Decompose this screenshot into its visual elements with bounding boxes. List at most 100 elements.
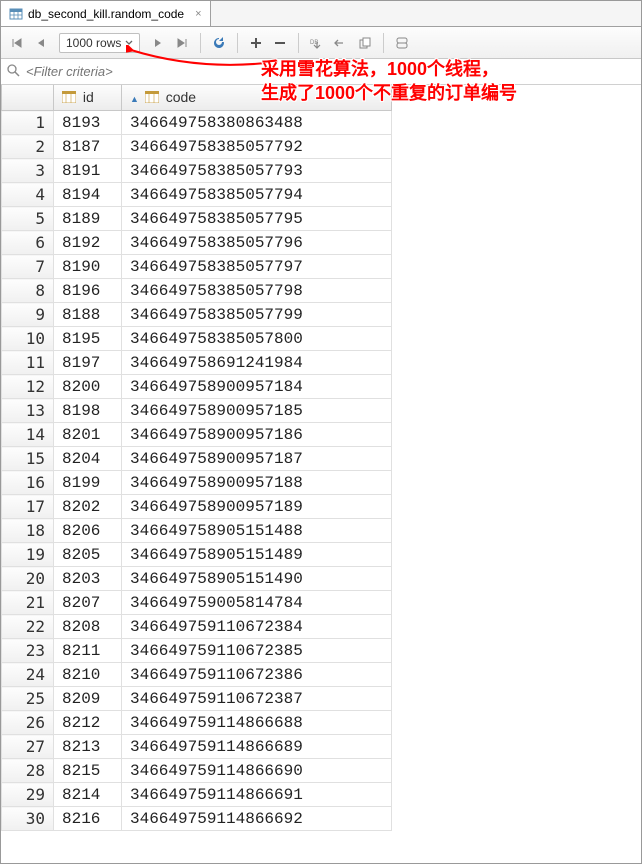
row-number[interactable]: 29	[2, 783, 54, 807]
row-number[interactable]: 13	[2, 399, 54, 423]
code-cell[interactable]: 346649758905151488	[122, 519, 392, 543]
table-row[interactable]: 248210346649759110672386	[2, 663, 392, 687]
code-cell[interactable]: 346649758385057797	[122, 255, 392, 279]
id-cell[interactable]: 8205	[54, 543, 122, 567]
id-cell[interactable]: 8188	[54, 303, 122, 327]
row-number[interactable]: 25	[2, 687, 54, 711]
code-cell[interactable]: 346649758385057800	[122, 327, 392, 351]
id-cell[interactable]: 8207	[54, 591, 122, 615]
code-cell[interactable]: 346649758385057793	[122, 159, 392, 183]
id-column-header[interactable]: id	[54, 85, 122, 111]
code-cell[interactable]: 346649758905151490	[122, 567, 392, 591]
table-row[interactable]: 278213346649759114866689	[2, 735, 392, 759]
id-cell[interactable]: 8187	[54, 135, 122, 159]
id-cell[interactable]: 8200	[54, 375, 122, 399]
row-number[interactable]: 22	[2, 615, 54, 639]
id-cell[interactable]: 8206	[54, 519, 122, 543]
id-cell[interactable]: 8212	[54, 711, 122, 735]
id-cell[interactable]: 8198	[54, 399, 122, 423]
code-cell[interactable]: 346649758385057794	[122, 183, 392, 207]
code-cell[interactable]: 346649759110672386	[122, 663, 392, 687]
table-row[interactable]: 228208346649759110672384	[2, 615, 392, 639]
id-cell[interactable]: 8209	[54, 687, 122, 711]
code-column-header[interactable]: ▲ code	[122, 85, 392, 111]
first-page-icon[interactable]	[7, 33, 27, 53]
code-cell[interactable]: 346649758905151489	[122, 543, 392, 567]
code-cell[interactable]: 346649758900957189	[122, 495, 392, 519]
ddl-icon[interactable]	[392, 33, 412, 53]
table-row[interactable]: 148201346649758900957186	[2, 423, 392, 447]
table-row[interactable]: 178202346649758900957189	[2, 495, 392, 519]
row-number[interactable]: 23	[2, 639, 54, 663]
duplicate-icon[interactable]	[355, 33, 375, 53]
last-page-icon[interactable]	[172, 33, 192, 53]
row-number[interactable]: 27	[2, 735, 54, 759]
id-cell[interactable]: 8204	[54, 447, 122, 471]
row-number[interactable]: 17	[2, 495, 54, 519]
rownum-header[interactable]	[2, 85, 54, 111]
commit-icon[interactable]: DB	[307, 33, 327, 53]
row-number[interactable]: 10	[2, 327, 54, 351]
rows-indicator[interactable]: 1000 rows	[59, 33, 140, 53]
row-number[interactable]: 12	[2, 375, 54, 399]
id-cell[interactable]: 8208	[54, 615, 122, 639]
code-cell[interactable]: 346649758385057796	[122, 231, 392, 255]
row-number[interactable]: 3	[2, 159, 54, 183]
row-number[interactable]: 18	[2, 519, 54, 543]
table-row[interactable]: 68192346649758385057796	[2, 231, 392, 255]
row-number[interactable]: 11	[2, 351, 54, 375]
row-number[interactable]: 15	[2, 447, 54, 471]
code-cell[interactable]: 346649759114866688	[122, 711, 392, 735]
refresh-icon[interactable]	[209, 33, 229, 53]
id-cell[interactable]: 8203	[54, 567, 122, 591]
tab-active[interactable]: db_second_kill.random_code ×	[1, 1, 211, 26]
table-row[interactable]: 208203346649758905151490	[2, 567, 392, 591]
table-row[interactable]: 198205346649758905151489	[2, 543, 392, 567]
row-number[interactable]: 1	[2, 111, 54, 135]
filter-input[interactable]	[26, 64, 635, 79]
id-cell[interactable]: 8215	[54, 759, 122, 783]
id-cell[interactable]: 8195	[54, 327, 122, 351]
table-row[interactable]: 78190346649758385057797	[2, 255, 392, 279]
row-number[interactable]: 2	[2, 135, 54, 159]
id-cell[interactable]: 8211	[54, 639, 122, 663]
row-number[interactable]: 4	[2, 183, 54, 207]
code-cell[interactable]: 346649759114866689	[122, 735, 392, 759]
row-number[interactable]: 14	[2, 423, 54, 447]
row-number[interactable]: 26	[2, 711, 54, 735]
code-cell[interactable]: 346649758900957186	[122, 423, 392, 447]
id-cell[interactable]: 8190	[54, 255, 122, 279]
table-row[interactable]: 88196346649758385057798	[2, 279, 392, 303]
row-number[interactable]: 8	[2, 279, 54, 303]
row-number[interactable]: 7	[2, 255, 54, 279]
row-number[interactable]: 16	[2, 471, 54, 495]
row-number[interactable]: 6	[2, 231, 54, 255]
table-row[interactable]: 238211346649759110672385	[2, 639, 392, 663]
table-row[interactable]: 28187346649758385057792	[2, 135, 392, 159]
remove-row-icon[interactable]	[270, 33, 290, 53]
row-number[interactable]: 30	[2, 807, 54, 831]
code-cell[interactable]: 346649758385057792	[122, 135, 392, 159]
table-row[interactable]: 158204346649758900957187	[2, 447, 392, 471]
code-cell[interactable]: 346649759110672384	[122, 615, 392, 639]
code-cell[interactable]: 346649758385057795	[122, 207, 392, 231]
table-row[interactable]: 308216346649759114866692	[2, 807, 392, 831]
table-row[interactable]: 38191346649758385057793	[2, 159, 392, 183]
id-cell[interactable]: 8201	[54, 423, 122, 447]
row-number[interactable]: 5	[2, 207, 54, 231]
table-row[interactable]: 288215346649759114866690	[2, 759, 392, 783]
tab-close-icon[interactable]: ×	[195, 8, 201, 20]
id-cell[interactable]: 8214	[54, 783, 122, 807]
code-cell[interactable]: 346649758385057799	[122, 303, 392, 327]
id-cell[interactable]: 8213	[54, 735, 122, 759]
id-cell[interactable]: 8196	[54, 279, 122, 303]
row-number[interactable]: 19	[2, 543, 54, 567]
code-cell[interactable]: 346649758900957187	[122, 447, 392, 471]
data-grid[interactable]: id ▲ code 181933466497583808634882818734…	[1, 85, 641, 863]
row-number[interactable]: 21	[2, 591, 54, 615]
code-cell[interactable]: 346649759114866690	[122, 759, 392, 783]
table-row[interactable]: 298214346649759114866691	[2, 783, 392, 807]
row-number[interactable]: 9	[2, 303, 54, 327]
table-row[interactable]: 98188346649758385057799	[2, 303, 392, 327]
id-cell[interactable]: 8192	[54, 231, 122, 255]
